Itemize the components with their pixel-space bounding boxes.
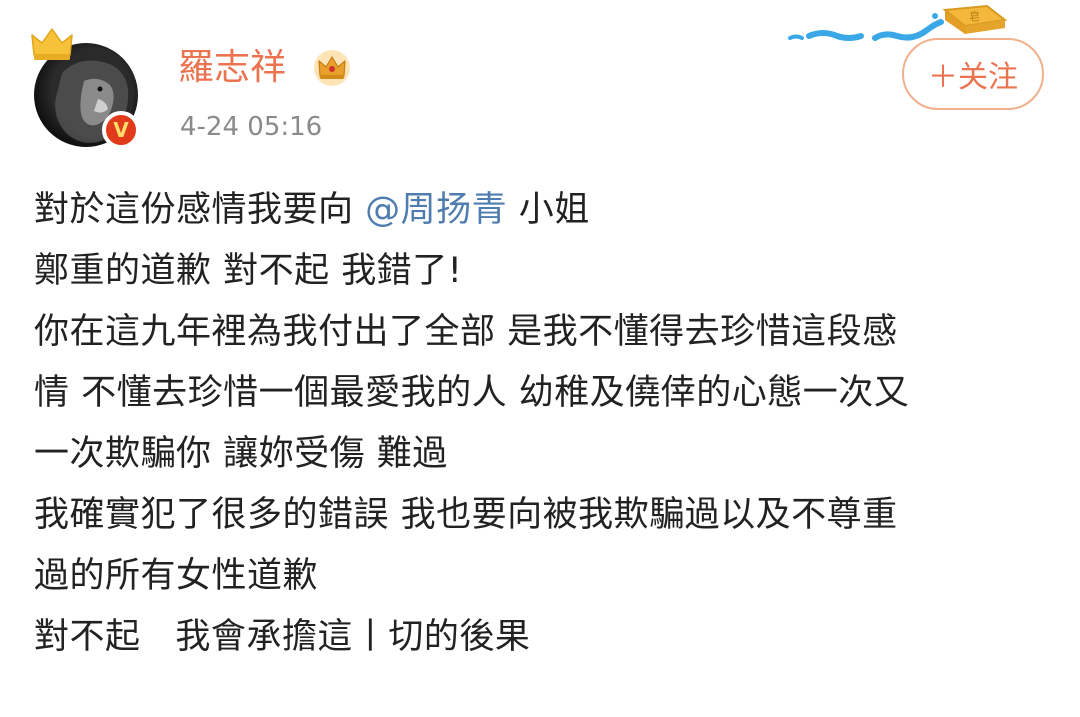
crown-icon bbox=[31, 28, 73, 60]
post-line-1: 對於這份感情我要向 @周扬青 小姐 bbox=[34, 180, 1044, 241]
post-text: 對於這份感情我要向 bbox=[34, 190, 366, 230]
post-line-5: 一次欺騙你 讓妳受傷 難過 bbox=[34, 434, 448, 474]
post-line-4: 情 不懂去珍惜一個最愛我的人 幼稚及僥倖的心態一次又 bbox=[34, 373, 910, 413]
post-content: 對於這份感情我要向 @周扬青 小姐 鄭重的道歉 對不起 我錯了! 你在這九年裡為… bbox=[34, 180, 1044, 668]
post-line-7: 過的所有女性道歉 bbox=[34, 556, 319, 596]
author-name[interactable]: 羅志祥 bbox=[178, 48, 286, 88]
verified-badge: V bbox=[102, 111, 140, 149]
post-timestamp: 4-24 05:16 bbox=[180, 112, 323, 142]
post-line-2: 鄭重的道歉 對不起 我錯了! bbox=[34, 251, 463, 291]
follow-button[interactable]: ＋关注 bbox=[902, 38, 1044, 110]
vip-crown-icon[interactable] bbox=[312, 48, 352, 88]
post-line-3: 你在這九年裡為我付出了全部 是我不懂得去珍惜這段感 bbox=[34, 312, 898, 352]
post-text: 小姐 bbox=[507, 190, 590, 230]
mention-link[interactable]: @周扬青 bbox=[365, 190, 507, 230]
author-avatar-group[interactable]: V bbox=[30, 25, 145, 150]
weibo-post: 皂 V 羅志祥 4-24 05:16 ＋关注 對於這份感情我要向 @周扬青 小姐… bbox=[0, 0, 1080, 717]
svg-text:皂: 皂 bbox=[969, 9, 980, 23]
post-line-8: 對不起 我會承擔這丨切的後果 bbox=[34, 617, 531, 657]
post-line-6: 我確實犯了很多的錯誤 我也要向被我欺騙過以及不尊重 bbox=[34, 495, 898, 535]
